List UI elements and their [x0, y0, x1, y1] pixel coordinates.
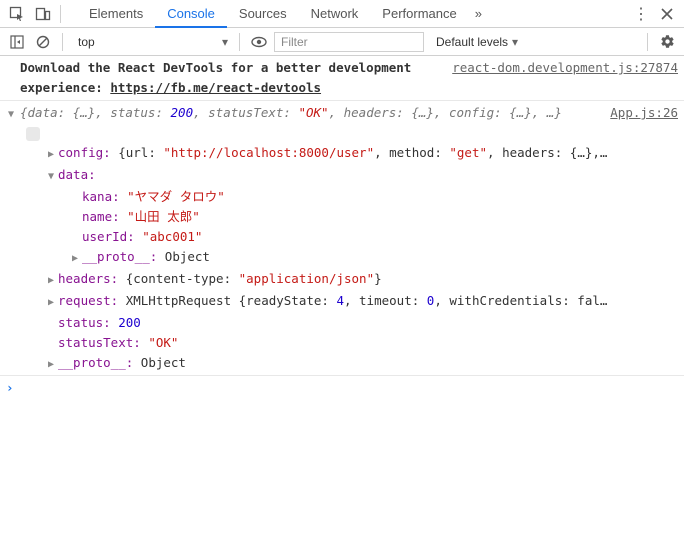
clear-console-icon[interactable] — [32, 31, 54, 53]
chevron-right-icon: › — [6, 380, 14, 395]
expand-toggle-icon[interactable]: ▶ — [48, 355, 58, 375]
tree-row-data-name[interactable]: name: "山田 太郎" — [72, 207, 678, 227]
tree-row-data-kana[interactable]: kana: "ヤマダ タロウ" — [72, 187, 678, 207]
divider — [62, 33, 63, 51]
expand-toggle-icon[interactable]: ▶ — [72, 249, 82, 269]
object-summary[interactable]: {data: {…}, status: 200, statusText: "OK… — [20, 103, 610, 123]
console-input-prompt[interactable]: › — [6, 378, 678, 398]
tab-sources[interactable]: Sources — [227, 0, 299, 28]
divider — [60, 5, 61, 23]
tree-row-data-userid[interactable]: userId: "abc001" — [72, 227, 678, 247]
tree-row-headers[interactable]: ▶headers: {content-type: "application/js… — [48, 269, 678, 291]
chevron-down-icon: ▾ — [512, 35, 518, 49]
console-message-devtools: react-dom.development.js:27874 Download … — [0, 56, 684, 101]
tree-row-request[interactable]: ▶request: XMLHttpRequest {readyState: 4,… — [48, 291, 678, 313]
tree-row-statustext[interactable]: statusText: "OK" — [48, 333, 678, 353]
divider — [239, 33, 240, 51]
console-sidebar-toggle-icon[interactable] — [6, 31, 28, 53]
log-levels-label: Default levels — [436, 35, 508, 49]
close-devtools-icon[interactable] — [656, 3, 678, 25]
console-settings-icon[interactable] — [656, 31, 678, 53]
tree-row-data[interactable]: ▼data: — [48, 165, 678, 187]
expand-toggle-icon[interactable]: ▶ — [48, 145, 58, 165]
tab-console[interactable]: Console — [155, 0, 227, 28]
tab-elements[interactable]: Elements — [77, 0, 155, 28]
expand-toggle-icon[interactable]: ▶ — [48, 271, 58, 291]
filter-input[interactable] — [274, 32, 424, 52]
tree-row-status[interactable]: status: 200 — [48, 313, 678, 333]
device-toolbar-icon[interactable] — [32, 3, 54, 25]
divider — [647, 33, 648, 51]
expand-toggle-icon[interactable]: ▼ — [8, 105, 14, 125]
source-location-link[interactable]: App.js:26 — [610, 103, 678, 123]
tab-network[interactable]: Network — [299, 0, 371, 28]
live-expression-icon[interactable] — [248, 31, 270, 53]
chevron-down-icon: ▾ — [222, 35, 228, 49]
log-levels-selector[interactable]: Default levels ▾ — [436, 35, 518, 49]
tab-performance[interactable]: Performance — [370, 0, 468, 28]
source-location-link[interactable]: react-dom.development.js:27874 — [452, 58, 678, 78]
devtools-link[interactable]: https://fb.me/react-devtools — [110, 80, 321, 95]
context-label: top — [78, 35, 222, 49]
tree-row-data-proto[interactable]: ▶__proto__: Object — [72, 247, 678, 269]
tree-row-proto[interactable]: ▶__proto__: Object — [48, 353, 678, 375]
execution-context-selector[interactable]: top ▾ — [71, 32, 231, 52]
inspect-element-icon[interactable] — [6, 3, 28, 25]
expand-toggle-icon[interactable]: ▼ — [48, 167, 58, 187]
tree-row-config[interactable]: ▶config: {url: "http://localhost:8000/us… — [48, 143, 678, 165]
info-badge-icon — [26, 127, 40, 141]
tabs-overflow[interactable]: » — [469, 0, 488, 28]
object-tree: ▶config: {url: "http://localhost:8000/us… — [20, 143, 678, 375]
console-message-object: App.js:26 ▼ {data: {…}, status: 200, sta… — [0, 101, 684, 375]
expand-toggle-icon[interactable]: ▶ — [48, 293, 58, 313]
kebab-menu-icon[interactable]: ⋮ — [630, 3, 652, 25]
